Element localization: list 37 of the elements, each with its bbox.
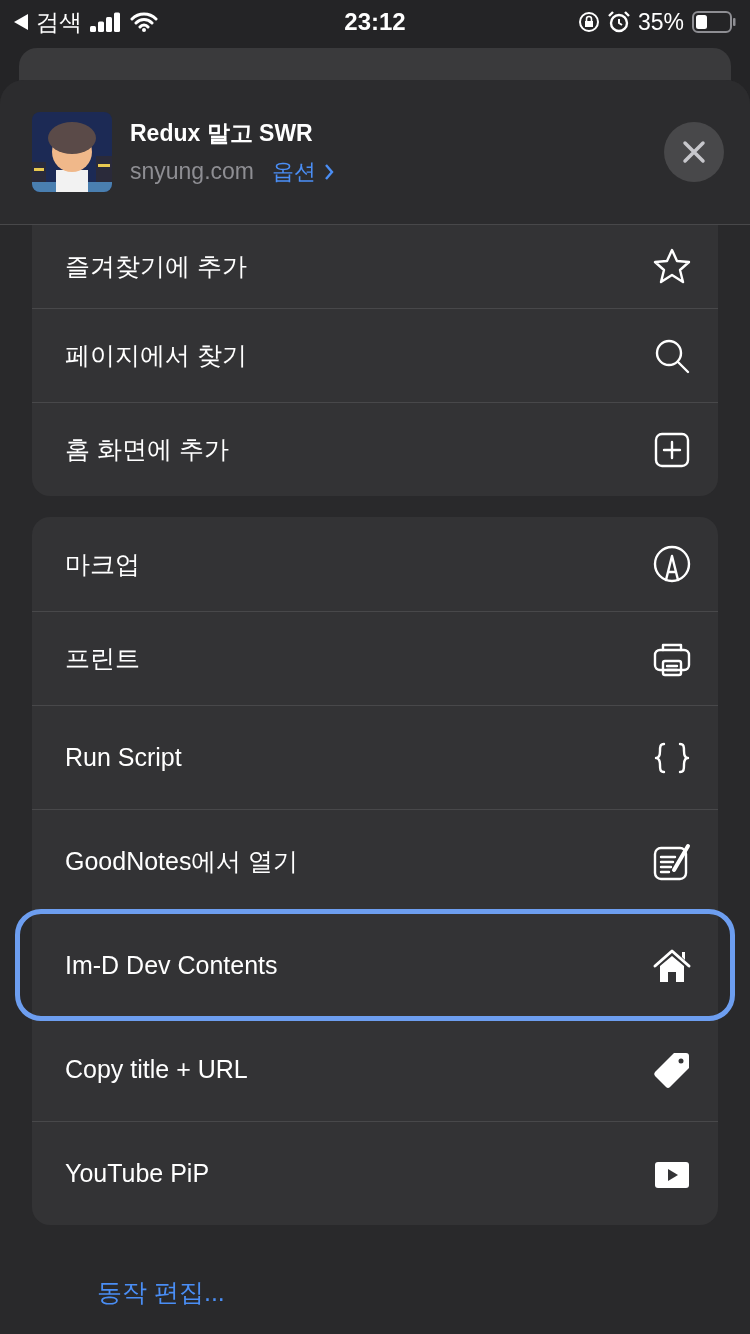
action-row[interactable]: GoodNotes에서 열기	[32, 809, 718, 913]
options-link[interactable]: 옵션	[272, 156, 334, 187]
edit-actions-link[interactable]: 동작 편집...	[97, 1276, 225, 1309]
action-label: 페이지에서 찾기	[65, 340, 248, 371]
clock-time: 23:12	[344, 8, 406, 35]
action-label: Run Script	[65, 743, 183, 772]
pen-circle-icon	[652, 544, 692, 584]
chevron-right-icon	[324, 162, 334, 181]
action-row[interactable]: Copy title + URL	[32, 1017, 718, 1121]
action-row[interactable]: 마크업	[32, 517, 718, 611]
action-label: GoodNotes에서 열기	[65, 846, 300, 877]
action-row[interactable]: 페이지에서 찾기	[32, 308, 718, 402]
action-row[interactable]: 프린트	[32, 611, 718, 705]
rotation-lock-icon	[577, 11, 600, 33]
action-row[interactable]: 즐겨찾기에 추가	[32, 225, 718, 308]
action-label: Copy title + URL	[65, 1055, 249, 1084]
action-row[interactable]: 홈 화면에 추가	[32, 402, 718, 496]
action-label: 즐겨찾기에 추가	[65, 251, 248, 282]
wifi-icon	[130, 12, 158, 32]
battery-percent: 35%	[637, 8, 684, 36]
back-label[interactable]: 검색	[36, 6, 82, 38]
action-label: 마크업	[65, 548, 141, 580]
action-label: 프린트	[65, 643, 141, 674]
action-label: YouTube PiP	[65, 1159, 211, 1188]
alarm-clock-icon	[607, 11, 630, 33]
page-domain: snyung.com	[130, 158, 254, 185]
close-icon	[682, 140, 706, 164]
action-row[interactable]: YouTube PiP	[32, 1121, 718, 1225]
back-arrow-icon[interactable]	[14, 14, 28, 30]
action-label: 홈 화면에 추가	[65, 434, 230, 465]
action-row[interactable]: Run Script	[32, 705, 718, 809]
action-label: Im-D Dev Contents	[65, 951, 279, 980]
signal-icon	[90, 12, 122, 32]
page-title: Redux 말고 SWR	[130, 118, 314, 148]
battery-icon	[692, 11, 736, 33]
action-row[interactable]: Im-D Dev Contents	[19, 913, 731, 1017]
note-pen-icon	[652, 841, 692, 882]
